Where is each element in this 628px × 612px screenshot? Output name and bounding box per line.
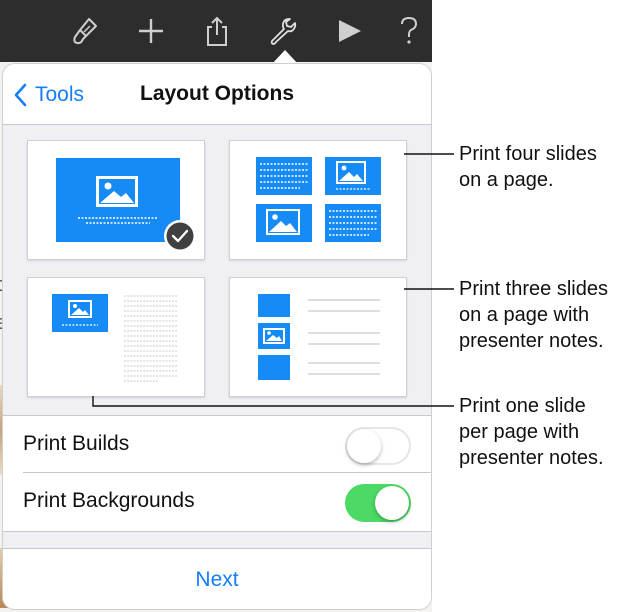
callout-one-slide: Print one slide per page with presenter … (459, 395, 604, 469)
callout-four-slides: Print four slides on a page. (459, 143, 597, 191)
callout-three-slides: Print three slides on a page with presen… (459, 278, 608, 352)
